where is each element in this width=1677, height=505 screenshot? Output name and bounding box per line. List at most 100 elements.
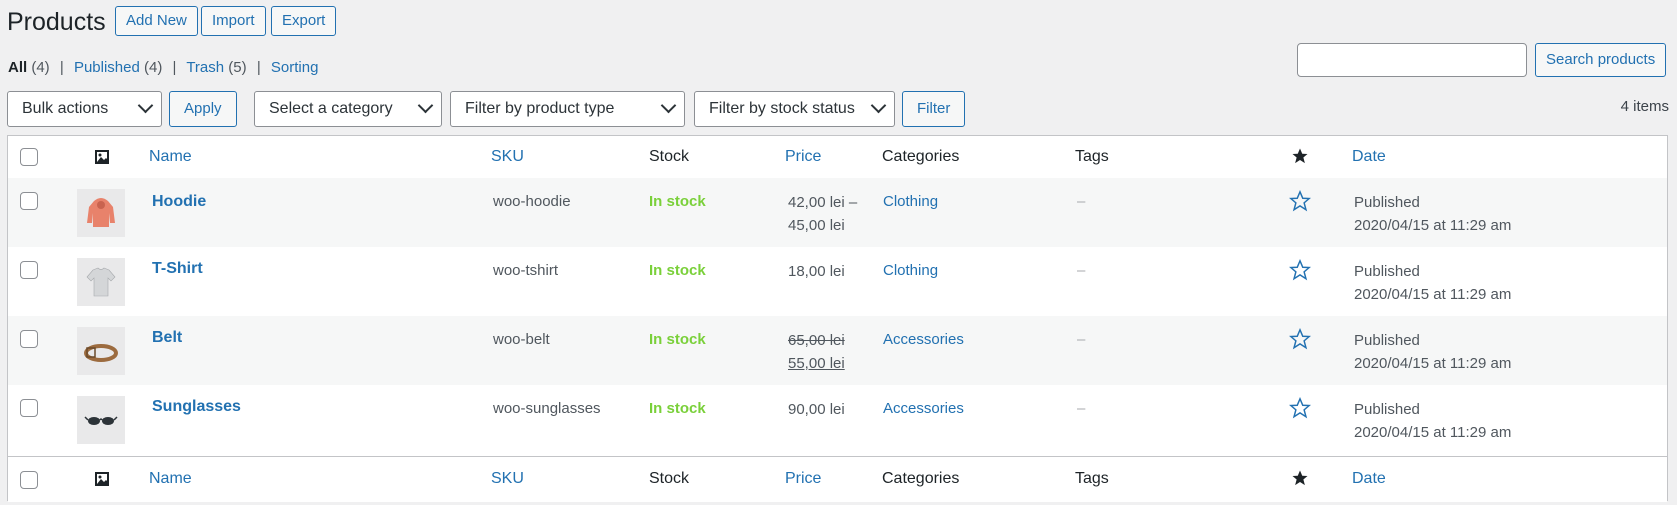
bulk-actions-value: Bulk actions <box>22 100 109 117</box>
page-title: Products <box>7 8 106 36</box>
publish-status: Published <box>1354 332 1420 349</box>
publish-status: Published <box>1354 263 1420 280</box>
publish-date: 2020/04/15 at 11:29 am <box>1354 286 1512 303</box>
stock-status: In stock <box>649 193 706 210</box>
hoodie-image[interactable] <box>77 189 125 237</box>
product-tags: – <box>1077 262 1086 279</box>
column-price[interactable]: Price <box>785 470 821 488</box>
product-name-link[interactable]: Sunglasses <box>152 398 241 416</box>
select-all-checkbox-footer[interactable] <box>20 471 38 489</box>
row-checkbox[interactable] <box>20 192 38 210</box>
product-price: 18,00 lei <box>788 263 845 280</box>
import-button[interactable]: Import <box>201 6 266 36</box>
chevron-down-icon <box>417 97 434 114</box>
stock-status: In stock <box>649 331 706 348</box>
row-checkbox[interactable] <box>20 399 38 417</box>
featured-column-star-icon <box>1291 469 1309 491</box>
belt-image[interactable] <box>77 327 125 375</box>
column-categories: Categories <box>882 470 960 487</box>
image-column-icon <box>94 149 110 169</box>
column-name[interactable]: Name <box>149 148 192 166</box>
view-all-link[interactable]: All <box>8 59 27 76</box>
row-checkbox[interactable] <box>20 261 38 279</box>
product-price: 42,00 lei – 45,00 lei <box>788 191 857 237</box>
featured-star-icon[interactable] <box>1288 396 1312 423</box>
view-separator: | <box>172 59 177 76</box>
chevron-down-icon <box>870 97 887 114</box>
product-tags: – <box>1077 193 1086 210</box>
publish-date: 2020/04/15 at 11:29 am <box>1354 355 1512 372</box>
featured-star-icon[interactable] <box>1288 189 1312 216</box>
product-name-link[interactable]: Belt <box>152 329 182 347</box>
publish-status: Published <box>1354 401 1420 418</box>
product-sku: woo-belt <box>493 331 550 348</box>
sale-price: 55,00 lei <box>788 355 845 372</box>
add-new-button[interactable]: Add New <box>115 6 198 36</box>
column-date[interactable]: Date <box>1352 470 1386 488</box>
publish-date: 2020/04/15 at 11:29 am <box>1354 424 1512 441</box>
view-filters: All (4) | Published (4) | Trash (5) | So… <box>8 58 318 78</box>
category-link[interactable]: Accessories <box>883 400 964 417</box>
view-published-count: (4) <box>144 59 163 76</box>
chevron-down-icon <box>137 97 154 114</box>
product-price: 90,00 lei <box>788 401 845 418</box>
column-categories: Categories <box>882 148 960 165</box>
product-name-link[interactable]: Hoodie <box>152 193 206 211</box>
sunglasses-image[interactable] <box>77 396 125 444</box>
product-type-select[interactable]: Filter by product type <box>450 91 685 127</box>
view-all-count: (4) <box>31 59 50 76</box>
table-footer: Name SKU Stock Price Categories Tags Dat… <box>8 456 1667 502</box>
table-row: T-Shirt woo-tshirt In stock 18,00 lei Cl… <box>8 247 1667 316</box>
items-count: 4 items <box>1620 98 1669 115</box>
table-header: Name SKU Stock Price Categories Tags Dat… <box>8 136 1667 179</box>
category-link[interactable]: Clothing <box>883 193 938 210</box>
featured-star-icon[interactable] <box>1288 327 1312 354</box>
product-price: 65,00 lei 55,00 lei <box>788 329 845 375</box>
stock-status-select[interactable]: Filter by stock status <box>694 91 895 127</box>
search-products-button[interactable]: Search products <box>1535 43 1667 77</box>
column-sku[interactable]: SKU <box>491 148 524 166</box>
table-row: Hoodie woo-hoodie In stock 42,00 lei – 4… <box>8 178 1667 247</box>
export-button[interactable]: Export <box>271 6 337 36</box>
column-tags: Tags <box>1075 148 1109 165</box>
view-trash-link[interactable]: Trash <box>186 59 224 76</box>
select-all-checkbox[interactable] <box>20 148 38 166</box>
product-tags: – <box>1077 400 1086 417</box>
row-checkbox[interactable] <box>20 330 38 348</box>
column-stock: Stock <box>649 148 690 165</box>
price-range-low: 42,00 lei – <box>788 194 858 211</box>
column-tags: Tags <box>1075 470 1109 487</box>
column-date[interactable]: Date <box>1352 148 1386 166</box>
view-trash-count: (5) <box>228 59 247 76</box>
search-input[interactable] <box>1297 43 1527 77</box>
category-link[interactable]: Accessories <box>883 331 964 348</box>
view-published-link[interactable]: Published <box>74 59 140 76</box>
column-sku[interactable]: SKU <box>491 470 524 488</box>
product-date: Published 2020/04/15 at 11:29 am <box>1354 191 1511 237</box>
apply-button[interactable]: Apply <box>169 91 237 127</box>
column-name[interactable]: Name <box>149 470 192 488</box>
image-column-icon <box>94 471 110 491</box>
stock-status-select-value: Filter by stock status <box>709 100 855 117</box>
products-table: Name SKU Stock Price Categories Tags Dat… <box>7 135 1668 502</box>
chevron-down-icon <box>660 97 677 114</box>
product-sku: woo-tshirt <box>493 262 559 279</box>
tshirt-image[interactable] <box>77 258 125 306</box>
product-sku: woo-sunglasses <box>493 400 601 417</box>
stock-status: In stock <box>649 262 706 279</box>
table-row: Sunglasses woo-sunglasses In stock 90,00… <box>8 385 1667 454</box>
column-stock: Stock <box>649 470 690 487</box>
publish-date: 2020/04/15 at 11:29 am <box>1354 217 1512 234</box>
featured-column-star-icon <box>1291 147 1309 169</box>
column-price[interactable]: Price <box>785 148 821 166</box>
product-sku: woo-hoodie <box>493 193 571 210</box>
price-range-high: 45,00 lei <box>788 217 845 234</box>
bulk-actions-select[interactable]: Bulk actions <box>7 91 162 127</box>
category-select[interactable]: Select a category <box>254 91 442 127</box>
category-link[interactable]: Clothing <box>883 262 938 279</box>
category-select-value: Select a category <box>269 100 393 117</box>
filter-button[interactable]: Filter <box>902 91 966 127</box>
view-sorting-link[interactable]: Sorting <box>271 59 319 76</box>
product-name-link[interactable]: T-Shirt <box>152 260 203 278</box>
featured-star-icon[interactable] <box>1288 258 1312 285</box>
